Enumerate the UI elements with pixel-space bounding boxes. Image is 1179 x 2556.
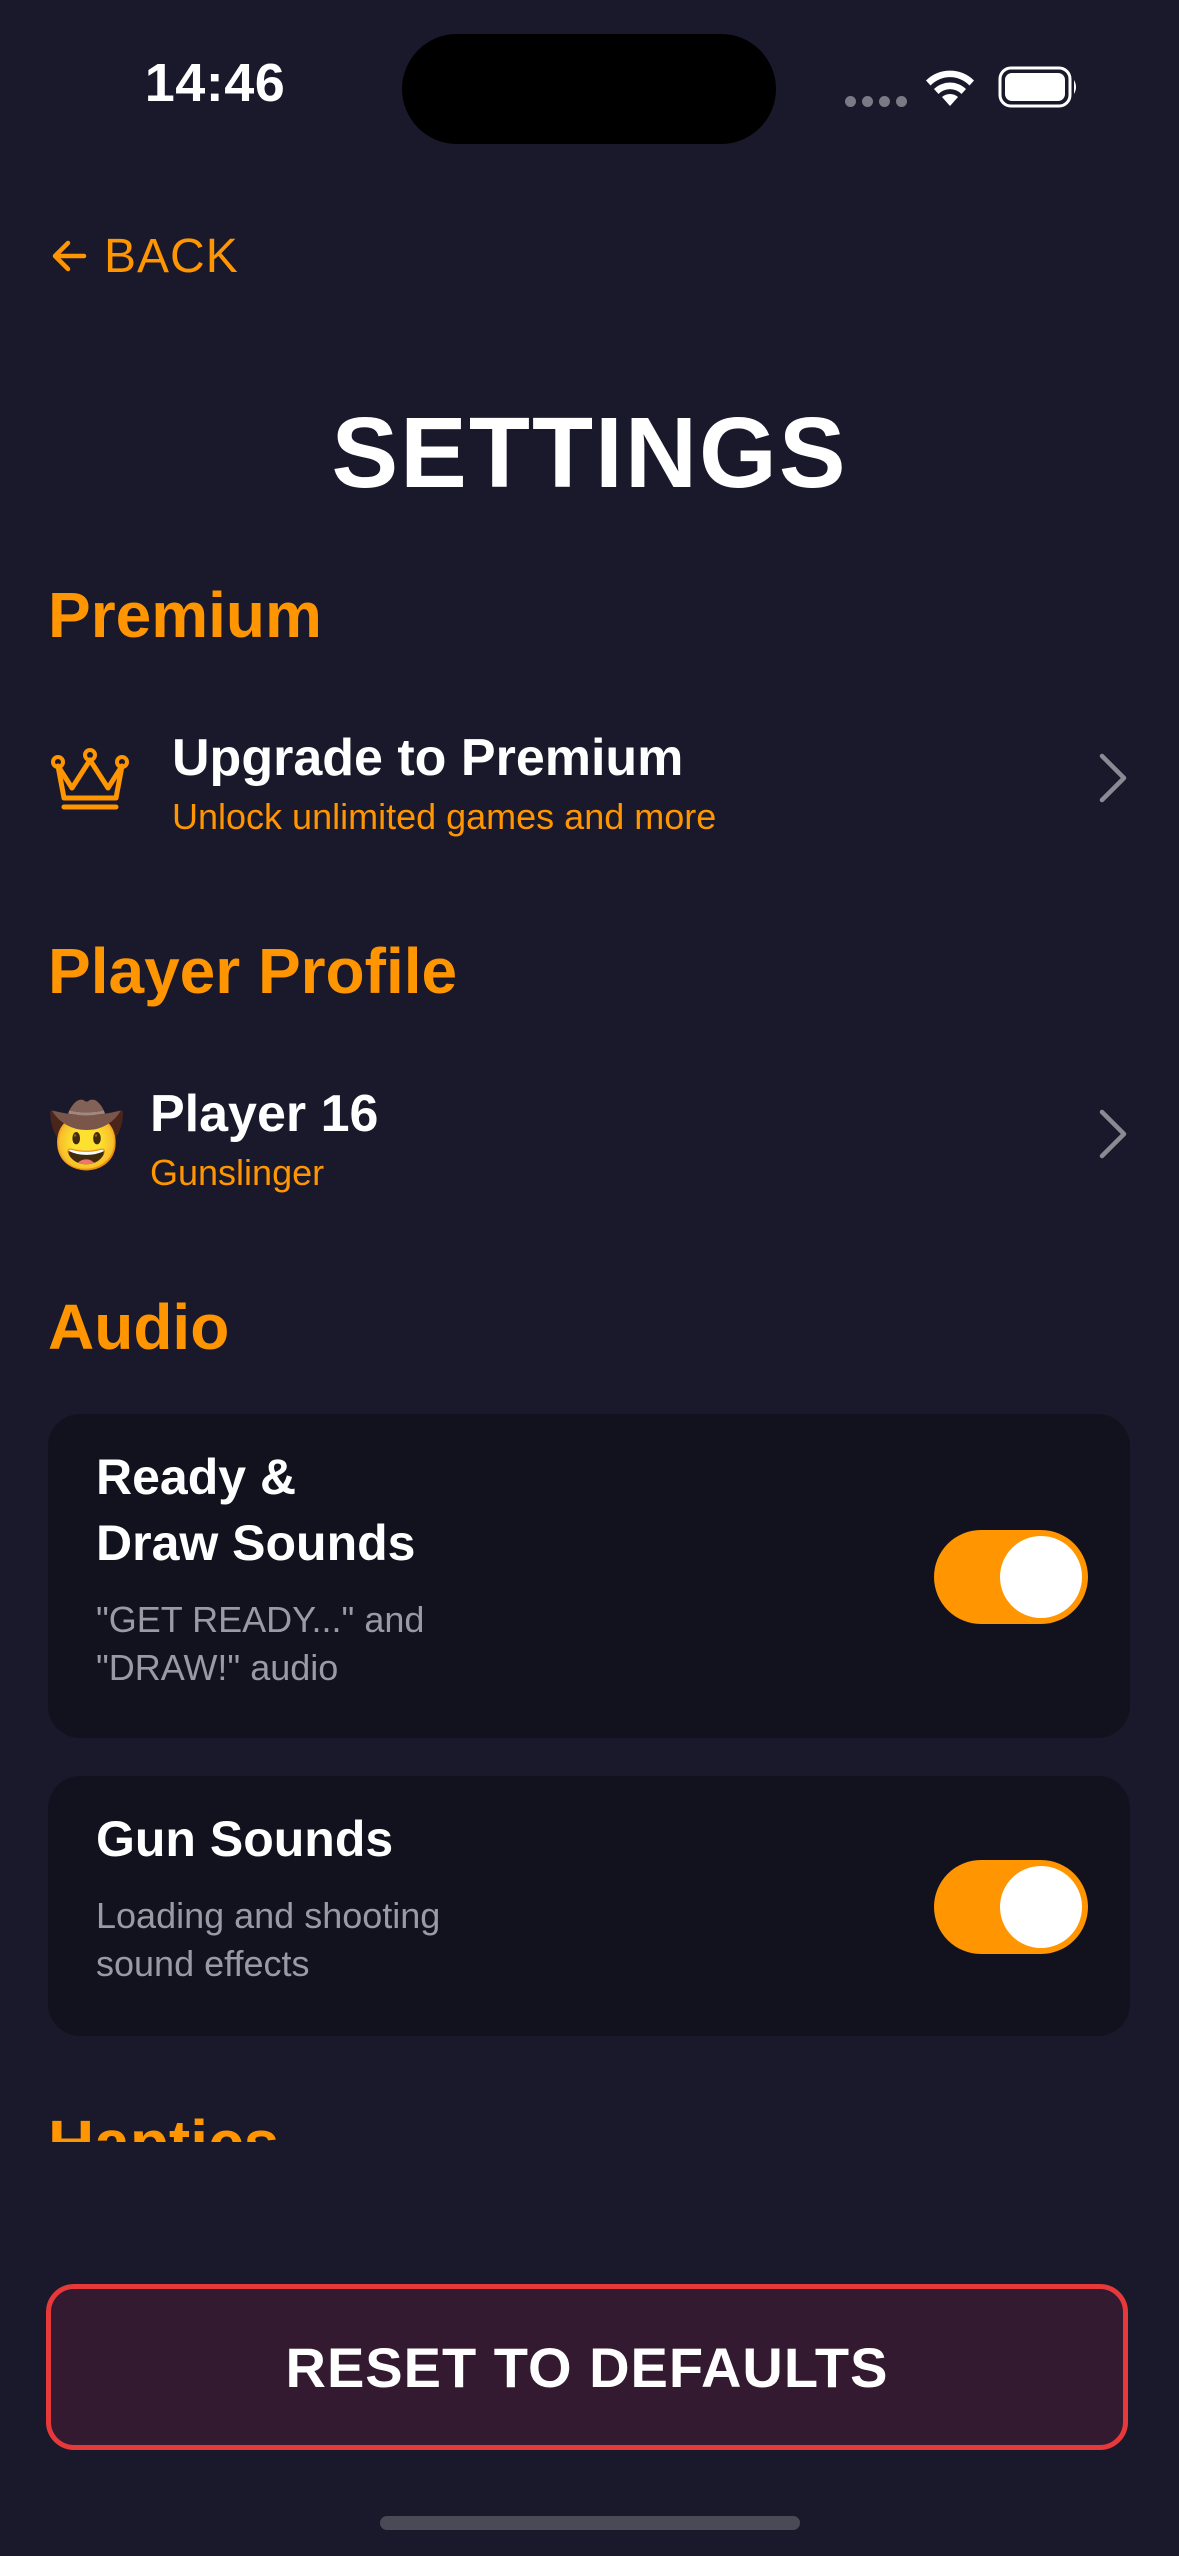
gun-sounds-toggle[interactable] bbox=[934, 1860, 1088, 1954]
settings-screen: 14:46 BACK SETTINGS Premium Upgrade to P… bbox=[0, 0, 1179, 2556]
gun-sounds-description: Loading and shooting sound effects bbox=[96, 1895, 441, 1984]
section-heading-premium: Premium bbox=[48, 579, 322, 651]
toggle-knob bbox=[1000, 1536, 1082, 1618]
cellular-signal-icon bbox=[845, 96, 907, 107]
dynamic-island bbox=[402, 34, 776, 144]
reset-defaults-button[interactable]: RESET TO DEFAULTS bbox=[46, 2284, 1128, 2450]
avatar: 🤠 bbox=[48, 1099, 126, 1172]
section-heading-audio: Audio bbox=[48, 1291, 230, 1363]
upgrade-premium-title: Upgrade to Premium bbox=[172, 729, 684, 787]
chevron-right-icon bbox=[1099, 753, 1127, 803]
gun-sounds-card: Gun Sounds Loading and shooting sound ef… bbox=[48, 1776, 1130, 2036]
section-heading-player-profile: Player Profile bbox=[48, 935, 458, 1007]
crown-icon bbox=[51, 748, 129, 810]
back-label: BACK bbox=[104, 229, 239, 283]
wifi-icon bbox=[926, 70, 974, 106]
ready-draw-sounds-description: "GET READY..." and "DRAW!" audio bbox=[96, 1599, 425, 1688]
upgrade-premium-row[interactable]: Upgrade to Premium Unlock unlimited game… bbox=[48, 708, 1130, 848]
page-title: SETTINGS bbox=[331, 397, 848, 509]
toggle-knob bbox=[1000, 1866, 1082, 1948]
ready-draw-sounds-title: Ready & Draw Sounds bbox=[96, 1449, 416, 1571]
upgrade-premium-subtitle: Unlock unlimited games and more bbox=[172, 796, 717, 837]
back-button[interactable]: BACK bbox=[48, 226, 239, 286]
player-rank: Gunslinger bbox=[150, 1152, 325, 1193]
gun-sounds-title: Gun Sounds bbox=[96, 1811, 394, 1867]
section-heading-haptics: Haptics bbox=[48, 2100, 279, 2142]
status-time: 14:46 bbox=[144, 53, 286, 113]
ready-draw-sounds-card: Ready & Draw Sounds "GET READY..." and "… bbox=[48, 1414, 1130, 1738]
chevron-right-icon bbox=[1099, 1109, 1127, 1159]
home-indicator[interactable] bbox=[380, 2516, 800, 2530]
arrow-left-icon bbox=[52, 240, 87, 272]
player-name: Player 16 bbox=[150, 1085, 379, 1143]
ready-draw-sounds-toggle[interactable] bbox=[934, 1530, 1088, 1624]
player-profile-row[interactable]: 🤠 Player 16 Gunslinger bbox=[48, 1064, 1130, 1204]
battery-icon bbox=[998, 66, 1076, 108]
